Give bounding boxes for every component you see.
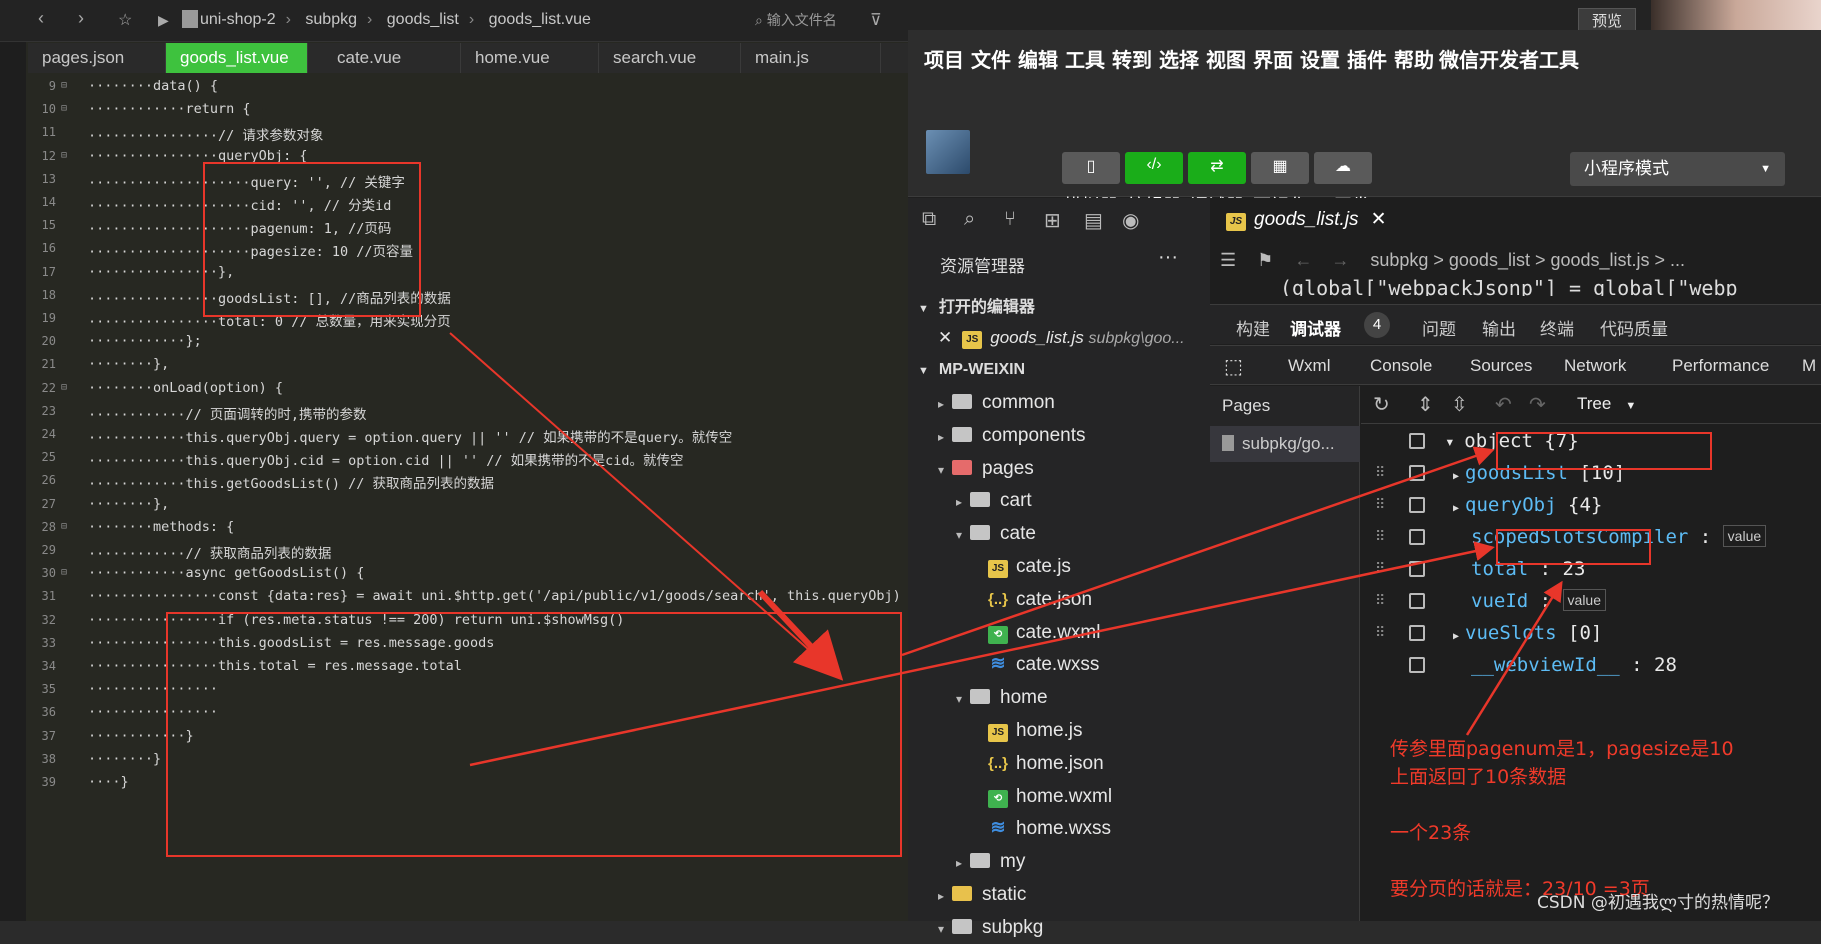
arrow-note (1465, 580, 1563, 736)
annotation-note: 传参里面pagenum是1，pagesize是10 上面返回了10条数据 一个2… (1390, 738, 1734, 900)
watermark: CSDN @初遇我ლ寸的热情呢？ (1537, 893, 1779, 913)
arrow-total (469, 541, 1495, 767)
folder-icon (952, 918, 972, 934)
arrow-head-line (757, 589, 844, 681)
arrow-line (449, 332, 835, 673)
arrow-goodslist (901, 446, 1495, 657)
